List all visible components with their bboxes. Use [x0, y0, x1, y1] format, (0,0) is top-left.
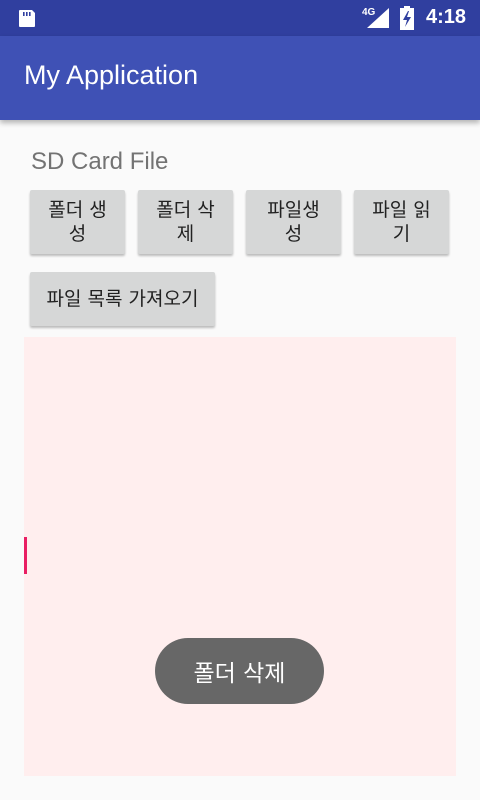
- app-bar: My Application: [0, 36, 480, 120]
- toast-message: 폴더 삭제: [155, 638, 324, 704]
- status-bar: 4G 4:18: [0, 0, 480, 36]
- delete-folder-button[interactable]: 폴더 삭 제: [138, 190, 233, 254]
- sd-card-icon: [19, 10, 35, 27]
- create-file-button[interactable]: 파일생 성: [246, 190, 341, 254]
- cell-signal-icon: [367, 8, 389, 28]
- get-file-list-button[interactable]: 파일 목록 가져오기: [30, 272, 215, 326]
- text-cursor: [24, 537, 27, 574]
- section-title: SD Card File: [31, 148, 169, 175]
- read-file-button[interactable]: 파일 읽 기: [354, 190, 449, 254]
- app-title: My Application: [24, 60, 199, 90]
- create-folder-button[interactable]: 폴더 생 성: [30, 190, 125, 254]
- file-content-textarea[interactable]: [24, 337, 456, 776]
- battery-charging-icon: [400, 6, 414, 30]
- status-clock: 4:18: [426, 6, 467, 28]
